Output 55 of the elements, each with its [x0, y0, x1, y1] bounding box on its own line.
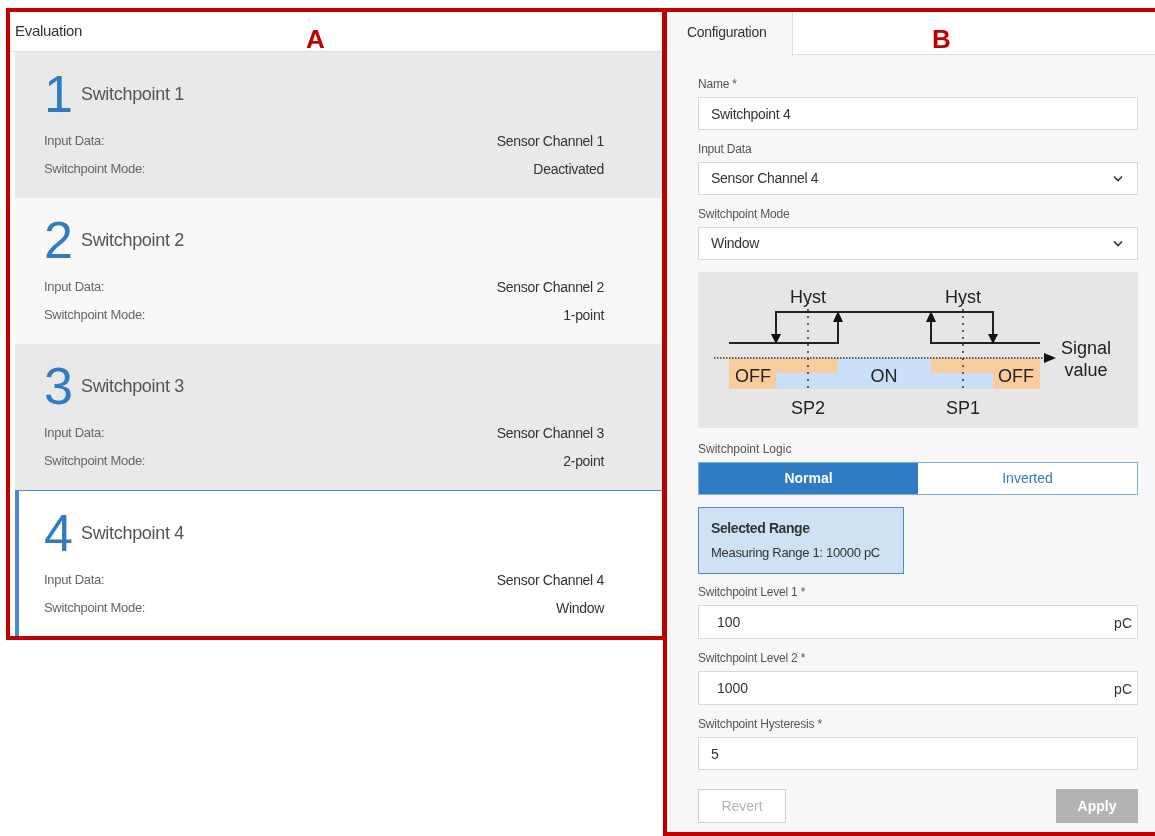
- field-value: Window: [556, 598, 604, 618]
- field-label: Switchpoint Level 2 *: [698, 651, 807, 665]
- field-value: Sensor Channel 2: [496, 277, 604, 297]
- field-value: 2-point: [563, 451, 604, 471]
- field-label: Input Data:: [44, 278, 105, 297]
- field-label: Switchpoint Mode:: [44, 306, 146, 325]
- field-label: Input Data:: [44, 424, 105, 443]
- diagram-label: Hyst: [945, 287, 981, 307]
- diagram-label: OFF: [735, 366, 771, 386]
- field-value: Sensor Channel 3: [496, 423, 604, 443]
- field-label: Switchpoint Logic: [698, 442, 793, 456]
- field-label: Input Data: [698, 142, 753, 156]
- dropdown[interactable]: Window: [698, 227, 1138, 260]
- dropdown-value: Window: [711, 234, 759, 253]
- switchpoint-number: 3: [44, 360, 71, 412]
- info-title: Selected Range: [711, 519, 811, 539]
- dropdown[interactable]: Sensor Channel 4: [698, 162, 1138, 195]
- segment-option[interactable]: Normal: [699, 463, 918, 494]
- field-label: Switchpoint Mode: [698, 207, 791, 221]
- axis-label: Signal value: [1061, 338, 1111, 380]
- switchpoint-title: Switchpoint 4: [80, 521, 185, 545]
- diagram-label: Hyst: [790, 287, 826, 307]
- chevron-down-icon: [1113, 240, 1123, 247]
- field-label: Switchpoint Hysteresis *: [698, 717, 823, 731]
- input-field[interactable]: 5: [698, 737, 1138, 770]
- diagram-label: SP1: [946, 398, 980, 418]
- input-field[interactable]: Switchpoint 4: [698, 97, 1138, 130]
- switchpoint-title: Switchpoint 3: [80, 374, 185, 398]
- field-label: Switchpoint Level 1 *: [698, 585, 807, 599]
- field-value: Sensor Channel 4: [496, 570, 604, 590]
- switchpoint-number: 4: [44, 507, 71, 559]
- switchpoint-number: 2: [44, 214, 71, 266]
- field-value: 1-point: [563, 305, 604, 325]
- diagram-label: OFF: [998, 366, 1034, 386]
- field-value: Sensor Channel 1: [496, 131, 604, 151]
- tab[interactable]: Configuration: [667, 12, 793, 56]
- info-text: Measuring Range 1: 10000 pC: [711, 544, 881, 563]
- switchpoint-title: Switchpoint 1: [80, 82, 185, 106]
- chevron-down-icon: [1113, 175, 1123, 182]
- field-label: Name *: [698, 77, 738, 91]
- diagram-label: SP2: [791, 398, 825, 418]
- annotation-label: B: [932, 23, 951, 56]
- field-label: Input Data:: [44, 132, 105, 151]
- dropdown-value: Sensor Channel 4: [711, 169, 819, 188]
- unit-label: pC: [1114, 614, 1132, 633]
- field-label: Switchpoint Mode:: [44, 599, 146, 618]
- field-label: Switchpoint Mode:: [44, 160, 146, 179]
- panel-title: Evaluation: [15, 21, 83, 42]
- field-label: Switchpoint Mode:: [44, 452, 146, 471]
- field-label: Input Data:: [44, 571, 105, 590]
- switchpoint-title: Switchpoint 2: [80, 228, 185, 252]
- unit-label: pC: [1114, 680, 1132, 699]
- diagram-label: ON: [870, 366, 898, 386]
- switchpoint-number: 1: [44, 68, 71, 120]
- field-value: Deactivated: [533, 159, 604, 179]
